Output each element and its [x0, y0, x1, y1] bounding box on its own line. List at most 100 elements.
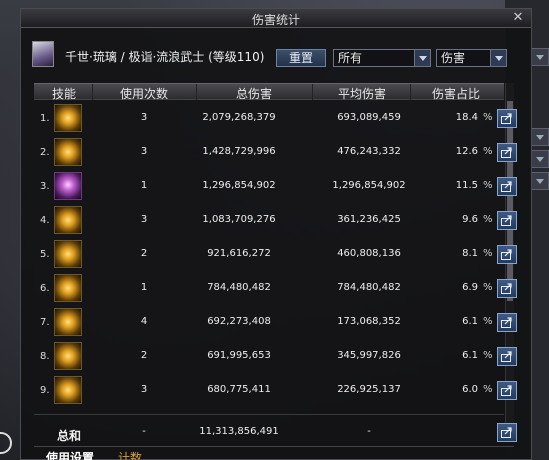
- percent-sign: %: [483, 214, 493, 225]
- background-dropdown-button[interactable]: [530, 150, 549, 168]
- row-total: 921,616,272: [207, 248, 271, 259]
- percent-sign: %: [483, 384, 493, 395]
- percent-sign: %: [483, 112, 493, 123]
- bottom-tabs: 使用设置 计数: [34, 446, 514, 460]
- row-total: 692,273,408: [207, 316, 271, 327]
- row-rank: 2.: [40, 147, 50, 158]
- percent-sign: %: [483, 282, 493, 293]
- table-row: 7. 4 692,273,408 173,068,352 6.1 %: [34, 305, 517, 339]
- chevron-down-icon: [490, 50, 506, 66]
- skill-cross-slash-icon: [54, 206, 82, 234]
- column-divider: [312, 84, 313, 100]
- percent-sign: %: [483, 180, 493, 191]
- row-average: 476,243,332: [337, 146, 401, 157]
- table-row: 4. 3 1,083,709,276 361,236,425 9.6 %: [34, 203, 517, 237]
- row-uses: 3: [140, 214, 148, 225]
- column-header-average[interactable]: 平均伤害: [314, 85, 410, 102]
- row-uses: 4: [140, 316, 148, 327]
- row-total: 1,428,729,996: [202, 146, 276, 157]
- row-total: 784,480,482: [207, 282, 271, 293]
- share-icon: [501, 113, 512, 124]
- table-row: 2. 3 1,428,729,996 476,243,332 12.6 %: [34, 135, 517, 169]
- percent-sign: %: [483, 248, 493, 259]
- share-button[interactable]: [497, 177, 517, 196]
- skill-purple-awakening-icon: [54, 172, 82, 200]
- row-percent: 8.1: [462, 248, 478, 259]
- filter-dropdown[interactable]: 所有: [333, 49, 431, 67]
- filter-value: 所有: [338, 51, 363, 65]
- row-uses: 1: [140, 282, 148, 293]
- window-header: 千世·琉璃 / 极诣·流浪武士 (等级110) 重置 所有 伤害: [21, 29, 531, 75]
- row-uses: 1: [140, 180, 148, 191]
- character-avatar: [32, 41, 54, 67]
- row-rank: 6.: [40, 283, 50, 294]
- close-icon[interactable]: ✕: [511, 10, 525, 25]
- skill-gold-star-icon: [54, 308, 82, 336]
- skill-gold-wave-icon: [54, 274, 82, 302]
- window-titlebar[interactable]: 伤害统计 ✕: [21, 9, 531, 28]
- scrollbar-thumb[interactable]: [507, 101, 513, 301]
- reset-button[interactable]: 重置: [276, 49, 326, 67]
- row-uses: 2: [140, 350, 148, 361]
- share-button[interactable]: [497, 245, 517, 264]
- column-header-uses[interactable]: 使用次数: [94, 85, 194, 102]
- share-button[interactable]: [497, 313, 517, 332]
- percent-sign: %: [483, 350, 493, 361]
- row-rank: 8.: [40, 351, 50, 362]
- share-icon: [501, 215, 512, 226]
- share-icon: [501, 181, 512, 192]
- table-row: 5. 2 921,616,272 460,808,136 8.1 %: [34, 237, 517, 271]
- share-button[interactable]: [497, 279, 517, 298]
- share-button[interactable]: [497, 109, 517, 128]
- row-uses: 3: [140, 112, 148, 123]
- row-percent: 6.0: [462, 384, 478, 395]
- percent-sign: %: [483, 146, 493, 157]
- row-rank: 9.: [40, 385, 50, 396]
- share-button[interactable]: [497, 143, 517, 162]
- share-icon: [501, 385, 512, 396]
- row-percent: 6.9: [462, 282, 478, 293]
- row-percent: 6.1: [462, 316, 478, 327]
- row-average: 361,236,425: [337, 214, 401, 225]
- row-total: 2,079,268,379: [202, 112, 276, 123]
- table-row: 6. 1 784,480,482 784,480,482 6.9 %: [34, 271, 517, 305]
- table-header: 技能 使用次数 总伤害 平均伤害 伤害占比: [34, 83, 504, 102]
- skill-gold-blade-icon: [54, 240, 82, 268]
- share-button[interactable]: [497, 423, 517, 442]
- share-button[interactable]: [497, 211, 517, 230]
- row-rank: 3.: [40, 181, 50, 192]
- table-row: 3. 1 1,296,854,902 1,296,854,902 11.5 %: [34, 169, 517, 203]
- total-row: 总和 - 11,313,856,491 -: [34, 414, 517, 444]
- row-percent: 12.6: [455, 146, 478, 157]
- row-total: 691,995,653: [207, 350, 271, 361]
- column-header-percent[interactable]: 伤害占比: [412, 85, 500, 102]
- background-dropdown-button[interactable]: [530, 172, 549, 190]
- table-row: 1. 3 2,079,268,379 693,089,459 18.4 %: [34, 101, 517, 135]
- tab-usage-settings[interactable]: 使用设置: [46, 449, 94, 460]
- share-icon: [501, 283, 512, 294]
- column-divider: [410, 84, 411, 100]
- share-button[interactable]: [497, 381, 517, 400]
- row-rank: 4.: [40, 215, 50, 226]
- metric-dropdown[interactable]: 伤害: [436, 49, 507, 67]
- column-divider: [92, 84, 93, 100]
- skill-gold-warrior-icon: [54, 342, 82, 370]
- tab-count[interactable]: 计数: [118, 449, 142, 460]
- skill-gold-dash-icon: [54, 376, 82, 404]
- row-average: 345,997,826: [337, 350, 401, 361]
- row-percent: 18.4: [455, 112, 478, 123]
- percent-sign: %: [483, 316, 493, 327]
- background-dropdown-button[interactable]: [530, 48, 549, 66]
- row-average: 784,480,482: [337, 282, 401, 293]
- total-damage: 11,313,856,491: [199, 426, 279, 437]
- column-header-total[interactable]: 总伤害: [198, 85, 310, 102]
- row-uses: 3: [140, 146, 148, 157]
- row-total: 1,083,709,276: [202, 214, 276, 225]
- row-percent: 11.5: [455, 180, 478, 191]
- background-dropdown-button[interactable]: [530, 128, 549, 146]
- column-divider: [196, 84, 197, 100]
- share-button[interactable]: [497, 347, 517, 366]
- total-label: 总和: [57, 429, 82, 443]
- row-average: 1,296,854,902: [332, 180, 406, 191]
- row-rank: 7.: [40, 317, 50, 328]
